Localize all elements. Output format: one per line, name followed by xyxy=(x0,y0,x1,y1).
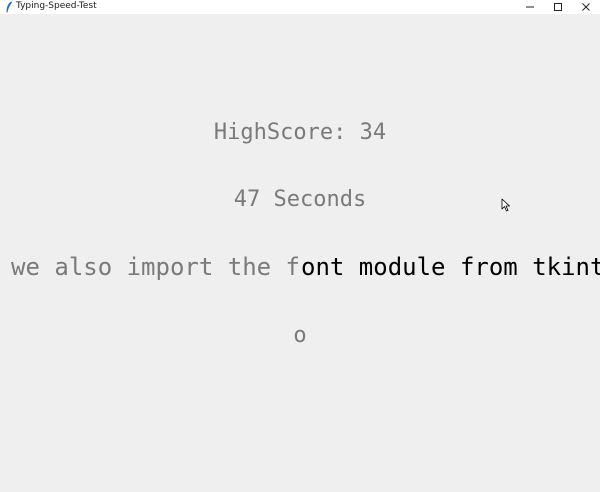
maximize-icon xyxy=(554,3,562,11)
maximize-button[interactable] xyxy=(544,0,572,14)
highscore-label: HighScore: 34 xyxy=(213,120,387,145)
minimize-button[interactable] xyxy=(516,0,544,14)
remaining-text: ont module from tkinter xyxy=(301,253,600,281)
title-bar[interactable]: Typing-Speed-Test xyxy=(0,0,600,14)
close-icon xyxy=(582,3,590,11)
current-char-display: o xyxy=(293,323,307,348)
typing-passage: we also import the f ont module from tki… xyxy=(0,253,600,281)
close-button[interactable] xyxy=(572,0,600,14)
window-title: Typing-Speed-Test xyxy=(16,1,97,11)
typed-text: we also import the f xyxy=(11,253,300,281)
feather-icon xyxy=(6,1,12,13)
mouse-cursor-icon xyxy=(501,198,510,212)
minimize-icon xyxy=(526,6,534,8)
